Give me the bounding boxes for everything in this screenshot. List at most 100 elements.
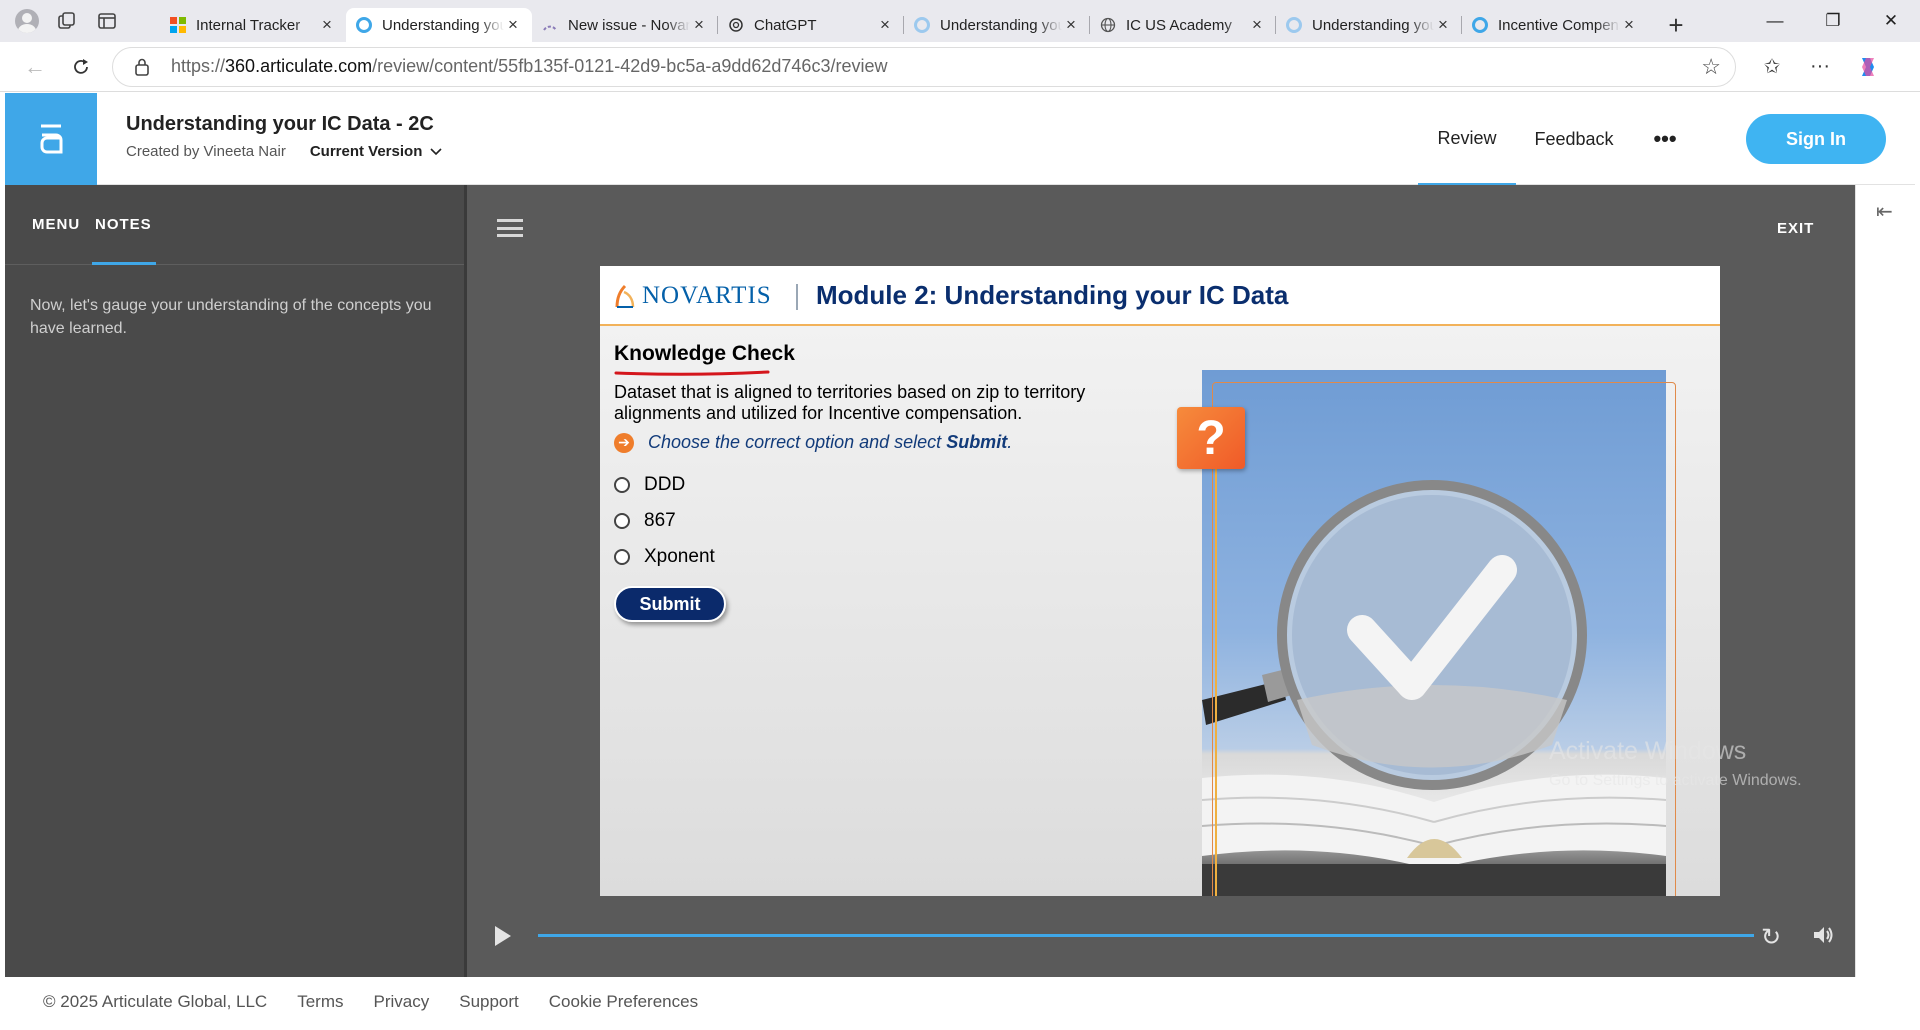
right-rail: ⇤ [1855,185,1915,977]
module-title: Module 2: Understanding your IC Data [816,280,1289,310]
submit-button[interactable]: Submit [614,586,726,622]
profile-icon[interactable] [14,8,40,34]
close-icon[interactable]: × [1248,16,1266,34]
footer-link-privacy[interactable]: Privacy [374,992,430,1012]
footer-link-cookie-preferences[interactable]: Cookie Preferences [549,992,698,1012]
tab-review[interactable]: Review [1418,93,1516,185]
close-icon[interactable]: × [1620,16,1638,34]
divider [796,284,798,310]
articulate-logo-icon[interactable] [5,93,97,185]
option-label: Xponent [644,546,715,567]
progress-bar[interactable] [538,934,1754,937]
restore-icon[interactable]: ❐ [1804,0,1862,42]
knowledge-check-title: Knowledge Check [614,342,795,365]
tab-title: New issue - Novartis [568,16,690,34]
radio-button[interactable] [614,477,630,493]
copilot-icon[interactable] [1850,49,1886,85]
copyright: © 2025 Articulate Global, LLC [43,992,268,1011]
player-sidebar: MENU NOTES Now, let's gauge your underst… [5,185,467,977]
play-icon[interactable] [495,926,511,946]
new-tab-button[interactable]: + [1656,8,1696,42]
footer-link-terms[interactable]: Terms [297,992,343,1012]
articulate-icon [356,17,372,33]
browser-tab[interactable]: Understanding your IC Data × [1275,8,1462,42]
footer-link-support[interactable]: Support [459,992,519,1012]
workspaces-icon[interactable] [54,8,80,34]
sign-in-button[interactable]: Sign In [1746,114,1886,164]
tab-menu[interactable]: MENU [32,216,80,233]
radio-button[interactable] [614,513,630,529]
close-icon[interactable]: × [1062,16,1080,34]
browser-tab[interactable]: ChatGPT × [717,8,904,42]
red-underline [614,370,770,376]
slide: NOVARTIS Module 2: Understanding your IC… [600,266,1720,896]
url-field[interactable]: https://360.articulate.com/review/conten… [112,46,1736,87]
tab-title: ChatGPT [754,16,817,34]
close-icon[interactable]: × [876,16,894,34]
articulate-icon [1286,17,1302,33]
back-arrow-icon[interactable]: ← [14,47,56,87]
question-mark-icon: ? [1177,407,1245,469]
articulate-icon [1472,17,1488,33]
ms-office-icon [170,17,186,33]
option-867[interactable]: 867 [614,510,676,532]
tab-title: IC US Academy [1126,16,1232,34]
github-icon [542,17,558,33]
url-text: https://360.articulate.com/review/conten… [171,56,888,76]
browser-tab[interactable]: IC US Academy × [1089,8,1276,42]
version-label: Current Version [309,143,423,160]
articulate-icon [914,17,930,33]
tab-actions-icon[interactable] [94,8,120,34]
course-player: MENU NOTES Now, let's gauge your underst… [5,185,1855,977]
option-ddd[interactable]: DDD [614,474,685,496]
volume-icon[interactable] [1812,925,1834,951]
favorites-icon[interactable]: ✩ [1754,49,1790,85]
close-icon[interactable]: × [318,16,336,34]
tab-title: Understanding your IC Data [1312,16,1434,34]
browser-tab-strip: Internal Tracker × Understanding your IC… [0,0,1920,42]
page-footer: © 2025 Articulate Global, LLC Terms Priv… [5,977,1915,1027]
slide-header: NOVARTIS Module 2: Understanding your IC… [600,266,1720,326]
chatgpt-icon [728,17,744,33]
browser-tab[interactable]: Internal Tracker × [160,8,346,42]
favorite-star-icon[interactable]: ☆ [1701,54,1721,80]
close-icon[interactable]: × [1434,16,1452,34]
option-xponent[interactable]: Xponent [614,546,715,568]
instruction-text: Choose the correct option and select [648,432,942,452]
option-label: DDD [644,474,686,495]
browser-tab-active[interactable]: Understanding your IC Data - 2C × [346,8,532,42]
globe-icon [1100,17,1116,33]
instruction: ➔ Choose the correct option and select S… [614,432,1012,453]
document-title: Understanding your IC Data - 2C [126,113,434,135]
replay-icon[interactable]: ↻ [1761,923,1781,952]
close-icon[interactable]: × [504,16,522,34]
reload-icon[interactable] [60,47,102,87]
lock-icon[interactable] [135,58,155,76]
minimize-icon[interactable]: — [1746,0,1804,42]
novartis-wordmark: NOVARTIS [642,282,772,309]
radio-button[interactable] [614,549,630,565]
browser-tab[interactable]: Understanding your IC Data × [903,8,1090,42]
browser-tab[interactable]: Incentive Compensation × [1461,8,1648,42]
tab-feedback[interactable]: Feedback [1529,93,1619,185]
more-options-icon[interactable]: ··· [1802,49,1838,85]
tab-title: Internal Tracker [196,16,301,34]
novartis-logo: NOVARTIS [614,282,772,310]
sidebar-tabs: MENU NOTES [5,185,464,265]
exit-button[interactable]: EXIT [1777,220,1814,237]
browser-tab[interactable]: New issue - Novartis × [532,8,718,42]
document-meta: Created by Vineeta Nair Current Version [126,143,442,160]
more-menu-button[interactable]: ••• [1645,93,1685,185]
version-dropdown[interactable]: Current Version [310,143,443,160]
created-by: Created by Vineeta Nair [126,143,286,160]
tab-title: Incentive Compensation [1498,16,1620,34]
notes-text: Now, let's gauge your understanding of t… [30,297,432,337]
watermark-line2: Go to Settings to activate Windows. [1549,772,1802,789]
accent-line [1215,469,1217,896]
option-label: 867 [644,510,676,531]
hamburger-menu-icon[interactable] [497,219,523,237]
window-close-icon[interactable]: ✕ [1862,0,1920,42]
tab-notes[interactable]: NOTES [95,216,152,233]
close-icon[interactable]: × [690,16,708,34]
collapse-panel-icon[interactable]: ⇤ [1876,199,1893,224]
